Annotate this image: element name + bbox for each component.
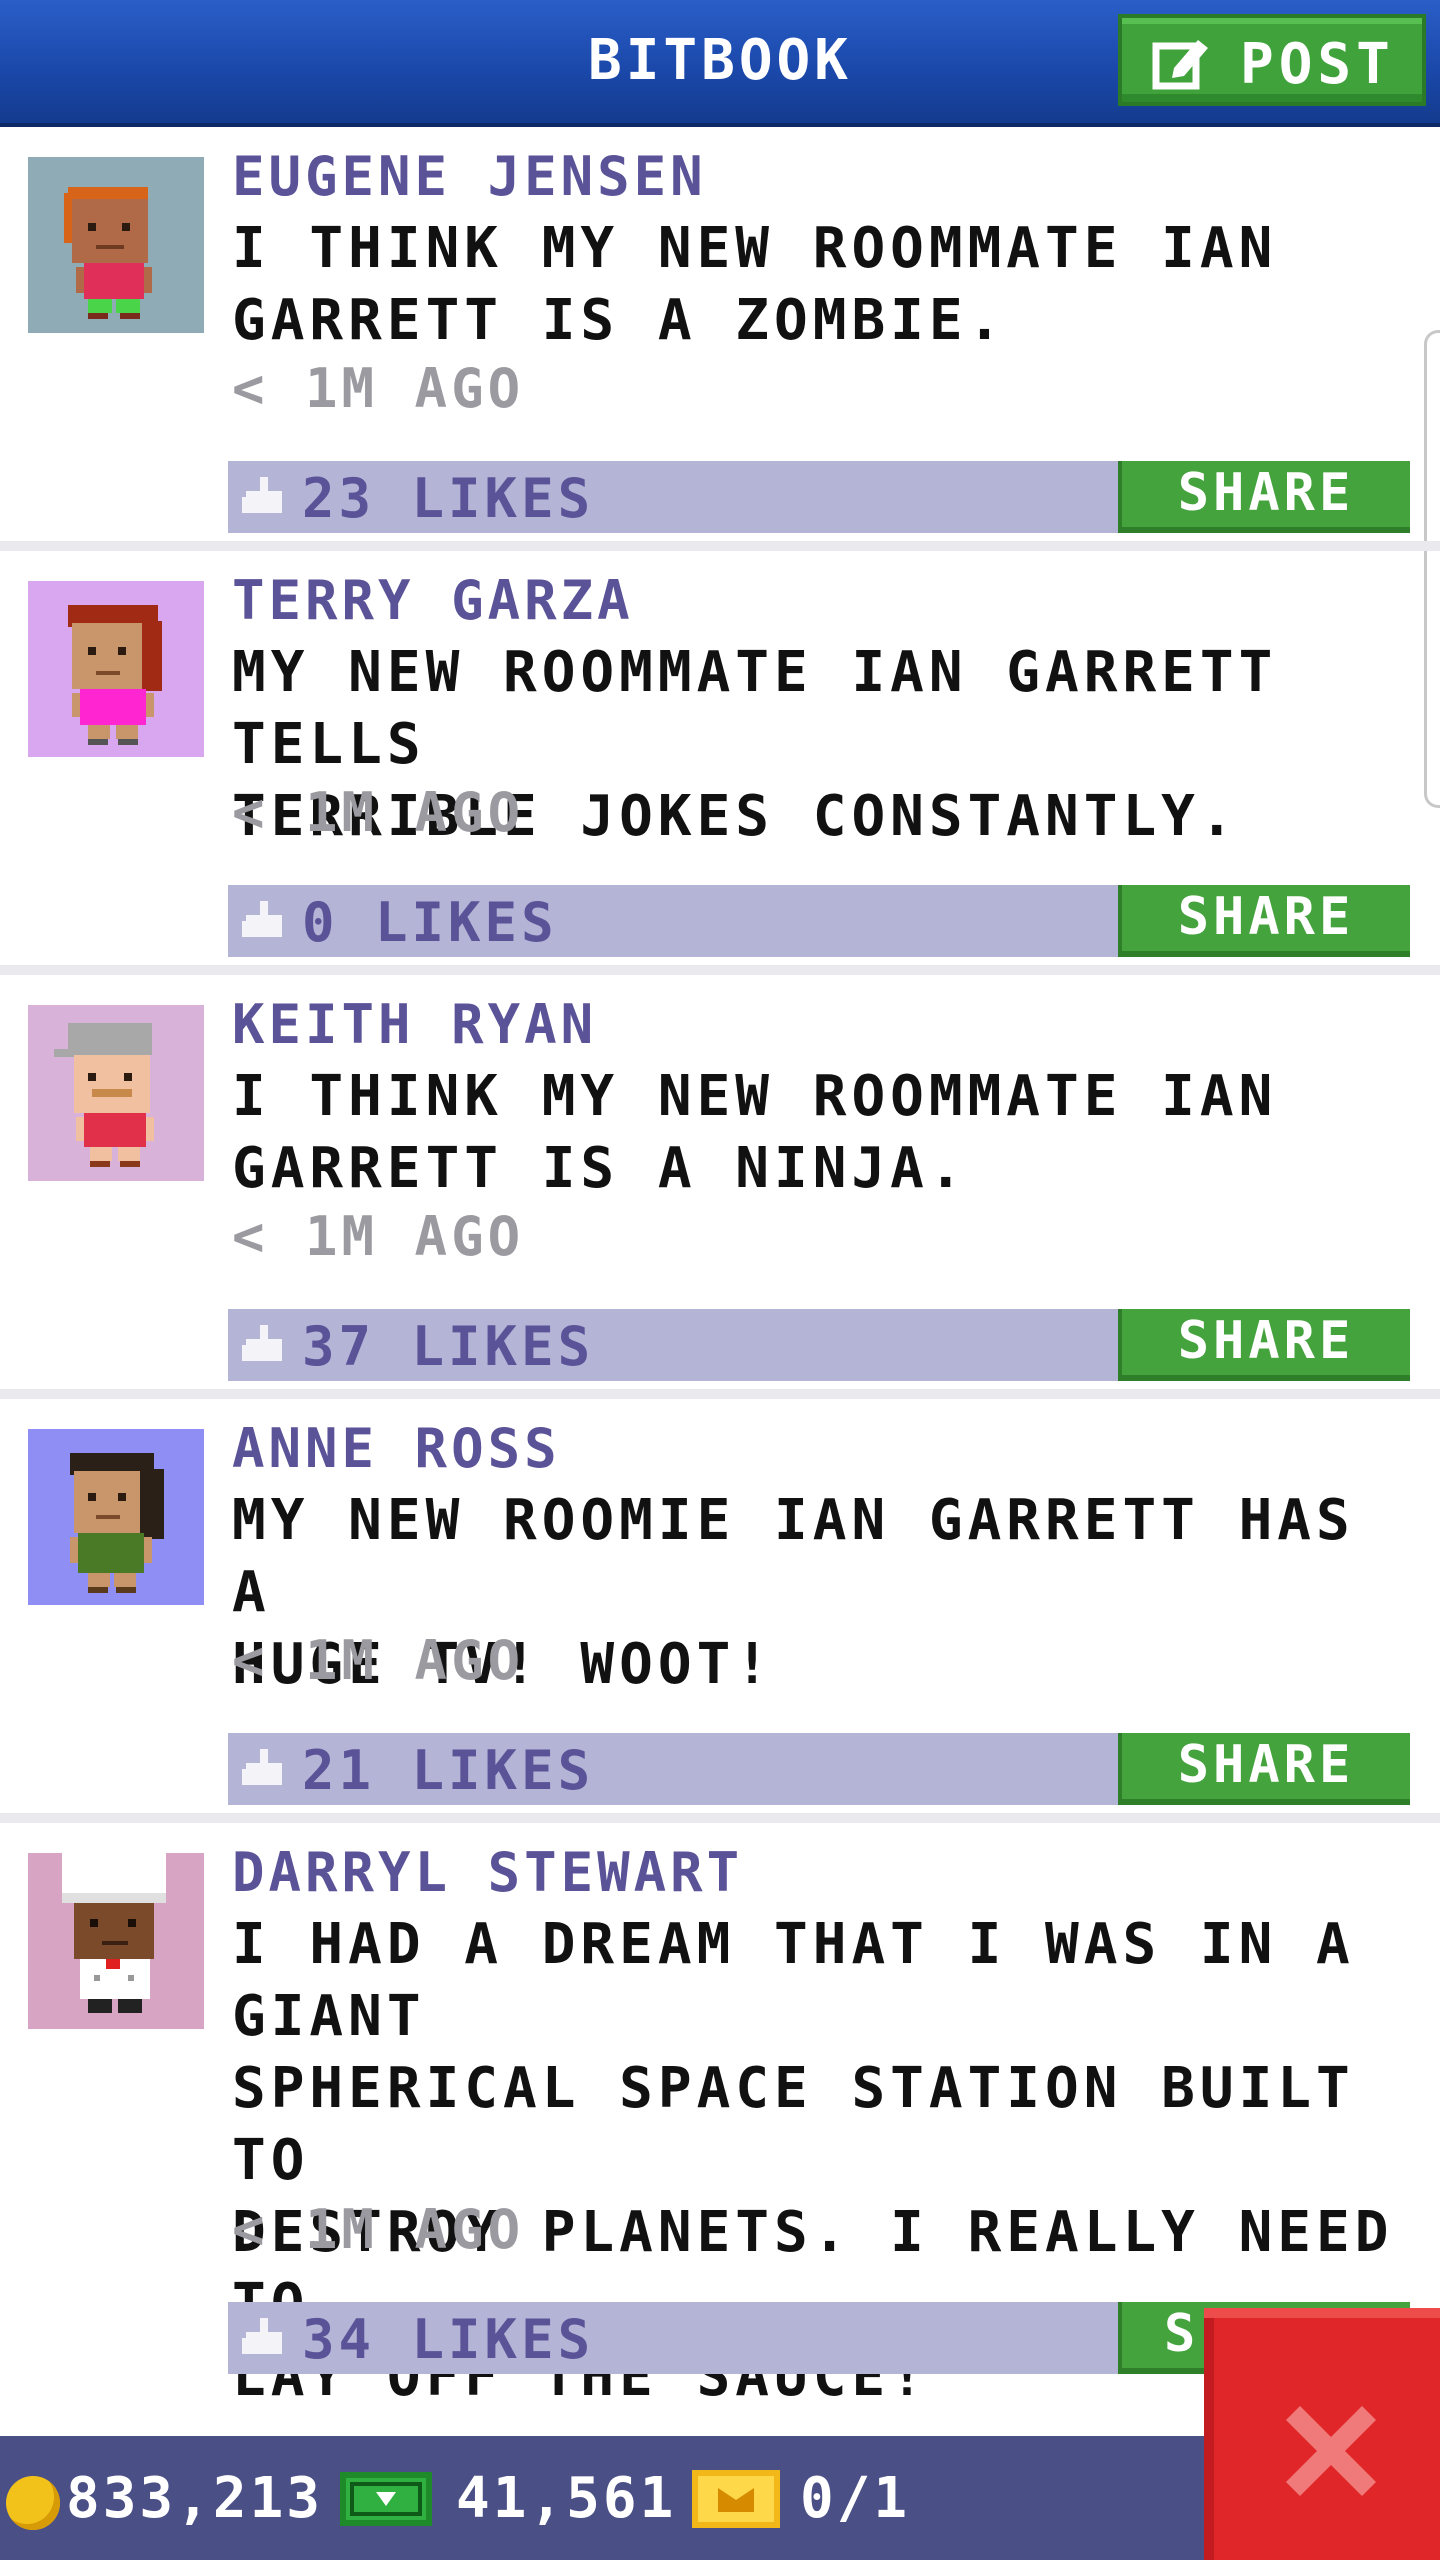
post-timestamp: < 1M AGO <box>232 781 525 844</box>
avatar[interactable] <box>28 1853 204 2029</box>
like-bar: 0 LIKES SHARE <box>228 885 1410 957</box>
post-text: I THINK MY NEW ROOMMATE IAN GARRETT IS A… <box>232 1064 1278 1201</box>
like-bar: 21 LIKES SHARE <box>228 1733 1410 1805</box>
coin-count: 833,213 <box>66 2466 324 2531</box>
avatar[interactable] <box>28 1005 204 1181</box>
app-header: BITBOOK POST <box>0 0 1440 127</box>
like-bar: 23 LIKES SHARE <box>228 461 1410 533</box>
like-bar: 37 LIKES SHARE <box>228 1309 1410 1381</box>
post-text: I THINK MY NEW ROOMMATE IAN GARRETT IS A… <box>232 216 1278 353</box>
post-author[interactable]: KEITH RYAN <box>232 993 597 1056</box>
bux-count: 41,561 <box>456 2466 677 2531</box>
bux-icon <box>340 2472 432 2526</box>
like-count: 21 LIKES <box>302 1739 595 1802</box>
feed-post: ANNE ROSS MY NEW ROOMIE IAN GARRETT HAS … <box>0 1399 1440 1823</box>
like-icon[interactable] <box>242 2318 286 2358</box>
post-button-label: POST <box>1240 32 1395 97</box>
vip-ticket-icon <box>692 2470 780 2528</box>
post-author[interactable]: DARRYL STEWART <box>232 1841 743 1904</box>
like-count: 0 LIKES <box>302 891 558 954</box>
close-button[interactable] <box>1204 2308 1440 2560</box>
like-count: 34 LIKES <box>302 2308 595 2371</box>
edit-icon <box>1152 34 1208 90</box>
share-button[interactable]: SHARE <box>1118 885 1410 957</box>
post-author[interactable]: EUGENE JENSEN <box>232 145 707 208</box>
avatar[interactable] <box>28 1429 204 1605</box>
post-feed[interactable]: EUGENE JENSEN I THINK MY NEW ROOMMATE IA… <box>0 127 1440 2423</box>
like-icon[interactable] <box>242 1325 286 1365</box>
like-count: 37 LIKES <box>302 1315 595 1378</box>
like-icon[interactable] <box>242 901 286 941</box>
post-author[interactable]: TERRY GARZA <box>232 569 634 632</box>
share-button[interactable]: SHARE <box>1118 1309 1410 1381</box>
post-button[interactable]: POST <box>1118 14 1426 106</box>
like-icon[interactable] <box>242 1749 286 1789</box>
post-author[interactable]: ANNE ROSS <box>232 1417 561 1480</box>
post-timestamp: < 1M AGO <box>232 1205 525 1268</box>
like-icon[interactable] <box>242 477 286 517</box>
feed-post: TERRY GARZA MY NEW ROOMMATE IAN GARRETT … <box>0 551 1440 975</box>
feed-post: EUGENE JENSEN I THINK MY NEW ROOMMATE IA… <box>0 127 1440 551</box>
feed-post: KEITH RYAN I THINK MY NEW ROOMMATE IAN G… <box>0 975 1440 1399</box>
post-timestamp: < 1M AGO <box>232 1629 525 1692</box>
post-timestamp: < 1M AGO <box>232 357 525 420</box>
avatar[interactable] <box>28 581 204 757</box>
avatar[interactable] <box>28 157 204 333</box>
coin-icon <box>6 2476 60 2530</box>
share-button[interactable]: SHARE <box>1118 1733 1410 1805</box>
vip-count: 0/1 <box>800 2466 911 2531</box>
like-count: 23 LIKES <box>302 467 595 530</box>
close-icon <box>1286 2406 1376 2496</box>
post-timestamp: < 1M AGO <box>232 2198 525 2261</box>
share-button[interactable]: SHARE <box>1118 461 1410 533</box>
